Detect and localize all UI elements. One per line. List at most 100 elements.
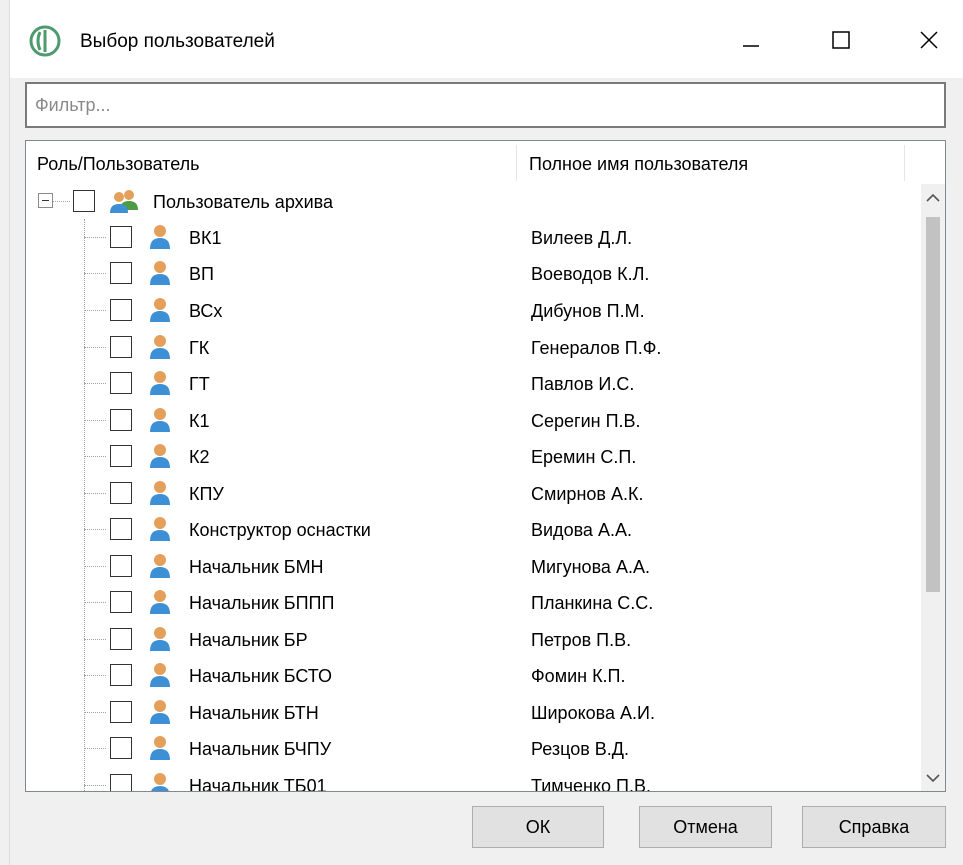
close-button[interactable] xyxy=(906,18,952,62)
role-label: Начальник БСТО xyxy=(189,666,332,686)
role-label: ВП xyxy=(189,264,214,284)
tree-row[interactable]: Начальник БТН Широкова А.И. xyxy=(26,694,921,731)
minimize-button[interactable] xyxy=(728,18,774,62)
role-label: Начальник ТБ01 xyxy=(189,776,327,792)
filter-field[interactable] xyxy=(25,82,946,128)
column-header-role[interactable]: Роль/Пользователь xyxy=(37,153,200,175)
title-bar[interactable]: Выбор пользователей xyxy=(10,0,963,78)
row-checkbox[interactable] xyxy=(110,628,132,650)
column-header-full-name[interactable]: Полное имя пользователя xyxy=(529,153,748,175)
row-checkbox[interactable] xyxy=(110,445,132,467)
role-label: ВК1 xyxy=(189,228,222,248)
tree-row[interactable]: ВП Воеводов К.Л. xyxy=(26,255,921,292)
user-icon xyxy=(150,225,170,249)
tree-row[interactable]: Конструктор оснастки Видова А.А. xyxy=(26,511,921,548)
row-checkbox[interactable] xyxy=(110,555,132,577)
row-checkbox[interactable] xyxy=(110,372,132,394)
role-label: Начальник БР xyxy=(189,630,308,650)
full-name: Видова А.А. xyxy=(531,520,632,540)
column-separator[interactable] xyxy=(904,145,905,181)
tree-row[interactable]: К1 Серегин П.В. xyxy=(26,402,921,439)
row-checkbox[interactable] xyxy=(110,664,132,686)
full-name: Резцов В.Д. xyxy=(531,739,629,759)
minimize-icon xyxy=(743,45,759,47)
group-label: Пользователь архива xyxy=(153,192,334,212)
user-icon xyxy=(150,736,170,760)
user-icon xyxy=(150,627,170,651)
tree-group-row[interactable]: Пользователь архива xyxy=(26,183,921,220)
user-group-icon xyxy=(110,190,138,213)
role-label: Начальник БТН xyxy=(189,703,319,723)
role-label: Начальник БППП xyxy=(189,593,335,613)
tree-row[interactable]: ГТ Павлов И.С. xyxy=(26,365,921,402)
row-checkbox[interactable] xyxy=(110,701,132,723)
role-label: К2 xyxy=(189,447,210,467)
app-logo-icon xyxy=(29,25,61,57)
full-name: Генералов П.Ф. xyxy=(531,338,662,358)
maximize-button[interactable] xyxy=(818,18,864,62)
full-name: Мигунова А.А. xyxy=(531,557,650,577)
vertical-scrollbar[interactable] xyxy=(921,184,945,791)
role-label: ВСх xyxy=(189,301,223,321)
full-name: Тимченко П.В. xyxy=(531,776,651,792)
user-icon xyxy=(150,335,170,359)
full-name: Вилеев Д.Л. xyxy=(531,228,633,248)
tree-row[interactable]: К2 Еремин С.П. xyxy=(26,438,921,475)
scroll-thumb[interactable] xyxy=(926,217,940,592)
ok-button[interactable]: ОК xyxy=(472,806,604,848)
tree-header: Роль/Пользователь Полное имя пользовател… xyxy=(26,141,945,184)
tree-row[interactable]: ВК1 Вилеев Д.Л. xyxy=(26,219,921,256)
column-separator[interactable] xyxy=(516,145,517,181)
full-name: Дибунов П.М. xyxy=(531,301,645,321)
tree-row[interactable]: Начальник БЧПУ Резцов В.Д. xyxy=(26,730,921,767)
user-tree[interactable]: Роль/Пользователь Полное имя пользовател… xyxy=(25,140,946,792)
full-name: Планкина С.С. xyxy=(531,593,654,613)
row-checkbox[interactable] xyxy=(110,591,132,613)
full-name: Серегин П.В. xyxy=(531,411,641,431)
row-checkbox[interactable] xyxy=(110,336,132,358)
scroll-down-button[interactable] xyxy=(921,766,945,790)
filter-input[interactable] xyxy=(27,84,944,126)
user-icon xyxy=(150,590,170,614)
group-checkbox[interactable] xyxy=(73,190,95,212)
row-checkbox[interactable] xyxy=(110,737,132,759)
help-button[interactable]: Справка xyxy=(802,806,946,848)
cancel-button[interactable]: Отмена xyxy=(639,806,772,848)
row-checkbox[interactable] xyxy=(110,482,132,504)
tree-row[interactable]: Начальник БР Петров П.В. xyxy=(26,621,921,658)
role-label: ГТ xyxy=(189,374,210,394)
tree-row[interactable]: Начальник ТБ01 Тимченко П.В. xyxy=(26,767,921,792)
tree-row[interactable]: ГК Генералов П.Ф. xyxy=(26,329,921,366)
full-name: Павлов И.С. xyxy=(531,374,635,394)
user-icon xyxy=(150,554,170,578)
row-checkbox[interactable] xyxy=(110,409,132,431)
chevron-up-icon xyxy=(926,193,940,202)
row-checkbox[interactable] xyxy=(110,518,132,540)
tree-row[interactable]: Начальник БСТО Фомин К.П. xyxy=(26,657,921,694)
role-label: КПУ xyxy=(189,484,224,504)
row-checkbox[interactable] xyxy=(110,774,132,791)
row-checkbox[interactable] xyxy=(110,262,132,284)
tree-row[interactable]: Начальник БМН Мигунова А.А. xyxy=(26,548,921,585)
collapse-toggle[interactable] xyxy=(38,193,53,208)
tree-row[interactable]: ВСх Дибунов П.М. xyxy=(26,292,921,329)
user-icon xyxy=(150,371,170,395)
user-icon xyxy=(150,481,170,505)
tree-row[interactable]: КПУ Смирнов А.К. xyxy=(26,475,921,512)
full-name: Смирнов А.К. xyxy=(531,484,644,504)
maximize-icon xyxy=(832,31,850,49)
user-icon xyxy=(150,517,170,541)
role-label: ГК xyxy=(189,338,210,358)
row-checkbox[interactable] xyxy=(110,226,132,248)
user-icon xyxy=(150,663,170,687)
role-label: Начальник БЧПУ xyxy=(189,739,332,759)
tree-row[interactable]: Начальник БППП Планкина С.С. xyxy=(26,584,921,621)
scroll-up-button[interactable] xyxy=(921,186,945,210)
role-label: Конструктор оснастки xyxy=(189,520,371,540)
full-name: Широкова А.И. xyxy=(531,703,655,723)
user-icon xyxy=(150,700,170,724)
row-checkbox[interactable] xyxy=(110,299,132,321)
full-name: Воеводов К.Л. xyxy=(531,264,650,284)
background-window-edge xyxy=(0,0,10,865)
user-icon xyxy=(151,773,169,791)
